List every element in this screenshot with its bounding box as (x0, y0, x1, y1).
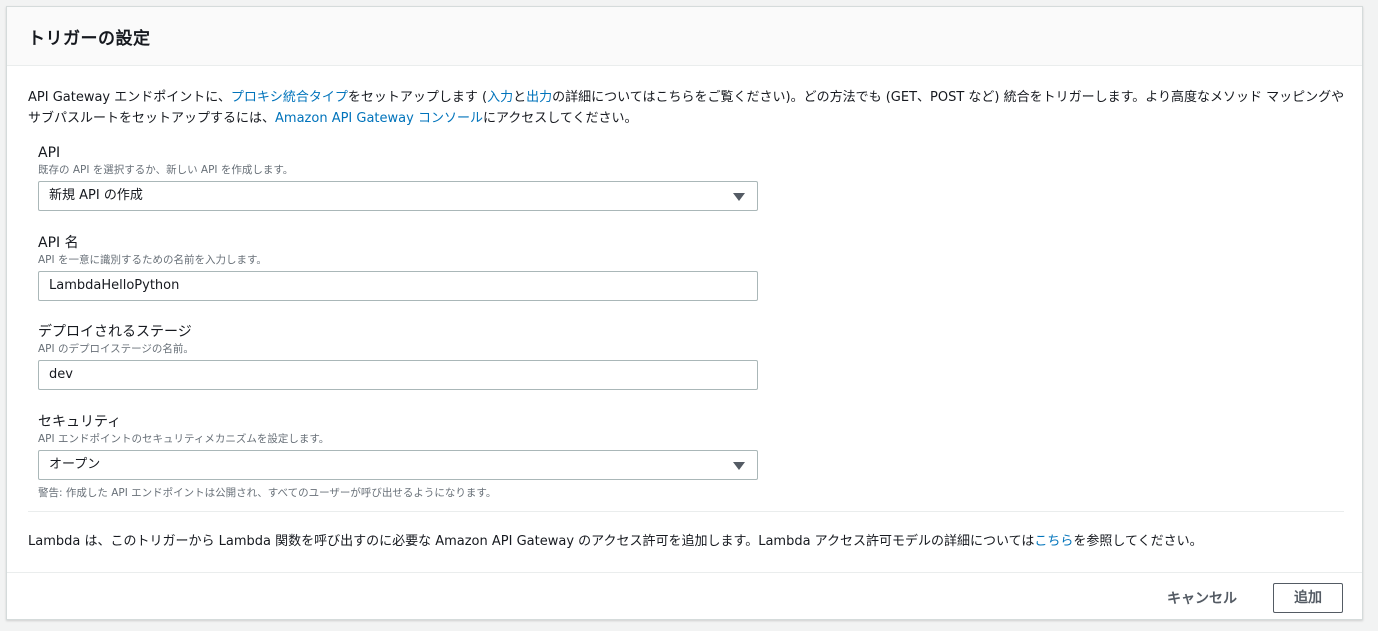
security-select[interactable]: オープン (38, 450, 758, 480)
security-label: セキュリティ (38, 414, 122, 430)
api-name-label: API 名 (38, 235, 79, 251)
api-name-input[interactable]: LambdaHelloPython (38, 271, 758, 301)
stage-label: デプロイされるステージ (38, 324, 192, 340)
stage-description: API のデプロイステージの名前。 (38, 343, 194, 355)
intro-text-part: にアクセスしてください。 (482, 111, 638, 126)
api-name-input-value: LambdaHelloPython (49, 278, 180, 293)
permission-text: Lambda は、このトリガーから Lambda 関数を呼び出すのに必要な Am… (28, 533, 1203, 551)
configure-trigger-panel: トリガーの設定 API Gateway エンドポイントに、プロキシ統合タイプをセ… (6, 6, 1363, 620)
security-select-value: オープン (49, 457, 101, 472)
chevron-down-icon (733, 193, 745, 201)
input-link[interactable]: 入力 (487, 90, 513, 105)
intro-text-part: API Gateway エンドポイントに、 (28, 90, 231, 105)
intro-text-part: と (513, 90, 527, 105)
api-name-field: API 名 API を一意に識別するための名前を入力します。 LambdaHel… (38, 234, 758, 301)
api-select[interactable]: 新規 API の作成 (38, 181, 758, 211)
stage-input-value: dev (49, 367, 73, 382)
api-name-description: API を一意に識別するための名前を入力します。 (38, 254, 267, 266)
security-description: API エンドポイントのセキュリティメカニズムを設定します。 (38, 433, 330, 445)
cancel-button[interactable]: キャンセル (1167, 588, 1237, 608)
permission-text-part: Lambda は、このトリガーから Lambda 関数を呼び出すのに必要な Am… (28, 534, 1035, 549)
api-label: API (38, 145, 61, 161)
security-field: セキュリティ API エンドポイントのセキュリティメカニズムを設定します。 オー… (38, 413, 758, 500)
panel-title: トリガーの設定 (28, 29, 151, 49)
chevron-down-icon (733, 462, 745, 470)
stage-input[interactable]: dev (38, 360, 758, 390)
panel-header: トリガーの設定 (7, 7, 1362, 66)
intro-text: API Gateway エンドポイントに、プロキシ統合タイプをセットアップします… (28, 87, 1346, 129)
api-description: 既存の API を選択するか、新しい API を作成します。 (38, 164, 294, 176)
api-select-value: 新規 API の作成 (49, 188, 143, 203)
stage-field: デプロイされるステージ API のデプロイステージの名前。 dev (38, 323, 758, 390)
divider (28, 511, 1344, 512)
permission-model-link[interactable]: こちら (1034, 534, 1073, 549)
intro-text-part: をセットアップします ( (347, 90, 488, 105)
output-link[interactable]: 出力 (526, 90, 552, 105)
security-warning: 警告: 作成した API エンドポイントは公開され、すべてのユーザーが呼び出せる… (38, 487, 497, 499)
api-field: API 既存の API を選択するか、新しい API を作成します。 新規 AP… (38, 144, 758, 211)
add-button[interactable]: 追加 (1273, 583, 1343, 613)
panel-footer: キャンセル 追加 (7, 572, 1362, 621)
proxy-integration-link[interactable]: プロキシ統合タイプ (231, 90, 348, 105)
api-gateway-console-link[interactable]: Amazon API Gateway コンソール (275, 111, 483, 126)
permission-text-part: を参照してください。 (1073, 534, 1203, 549)
